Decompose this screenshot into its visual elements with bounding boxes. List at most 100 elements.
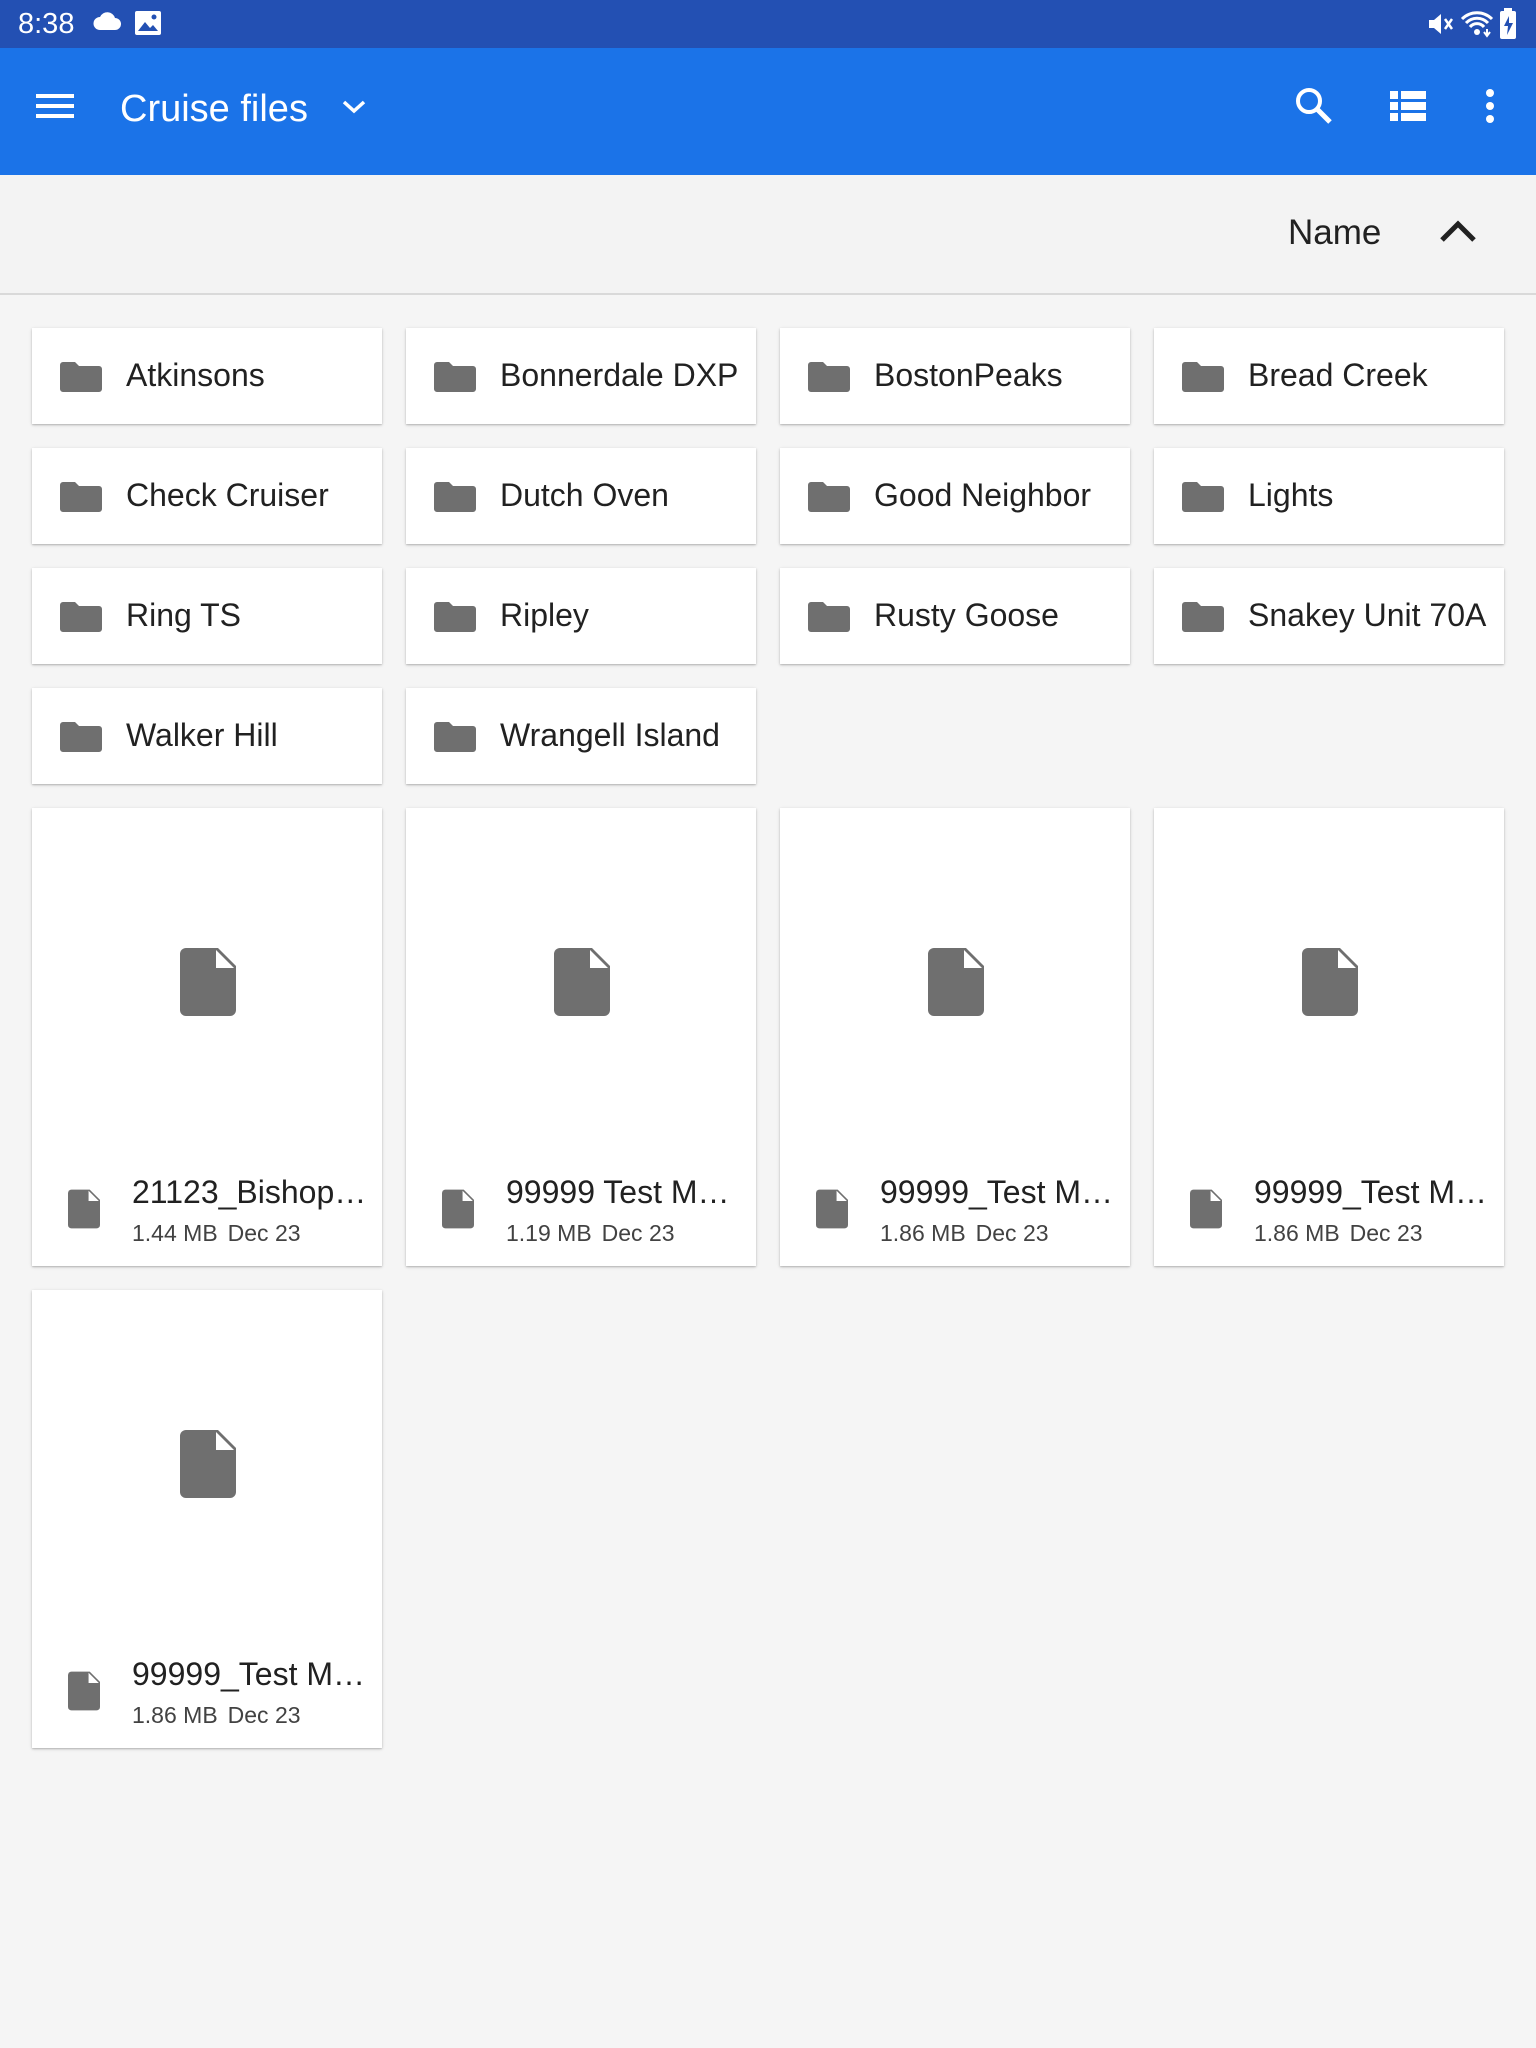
file-icon [1190, 1188, 1222, 1230]
app-title[interactable]: Cruise files [120, 88, 308, 131]
list-view-icon [1390, 90, 1426, 127]
folder-item[interactable]: Lights [1154, 448, 1504, 544]
folder-name: Bonnerdale DXP [500, 357, 739, 393]
folder-name: Ripley [500, 597, 589, 633]
status-bar: 8:38 [0, 0, 1536, 48]
file-icon [68, 1188, 100, 1230]
chevron-down-icon [341, 98, 367, 121]
file-date: Dec 23 [975, 1220, 1049, 1246]
image-icon [134, 10, 162, 41]
chevron-up-icon [1438, 220, 1478, 248]
folder-icon [808, 602, 850, 632]
folder-name: Rusty Goose [874, 597, 1059, 633]
folder-icon [808, 362, 850, 392]
folder-icon [60, 722, 102, 752]
wifi-icon [1460, 10, 1494, 43]
folder-item[interactable]: Bread Creek [1154, 328, 1504, 424]
folder-icon [1182, 602, 1224, 632]
folder-icon [60, 362, 102, 392]
folder-icon [60, 482, 102, 512]
folder-name: Check Cruiser [126, 477, 329, 513]
sort-direction-button[interactable] [1438, 218, 1478, 249]
file-item[interactable]: 99999_Test M… 1.86 MB Dec 23 [32, 1290, 382, 1748]
file-item[interactable]: 21123_Bishop… 1.44 MB Dec 23 [32, 808, 382, 1266]
file-meta: 1.86 MB Dec 23 [132, 1702, 301, 1729]
battery-charging-icon [1498, 8, 1518, 45]
cloud-icon [92, 10, 122, 39]
folder-icon [434, 482, 476, 512]
file-icon [68, 1670, 100, 1712]
folder-name: Atkinsons [126, 357, 265, 393]
folder-name: Bread Creek [1248, 357, 1428, 393]
folder-icon [434, 362, 476, 392]
folder-icon [1182, 482, 1224, 512]
file-icon [1302, 948, 1358, 1016]
sort-bar: Name [0, 175, 1536, 295]
folder-item[interactable]: Ripley [406, 568, 756, 664]
status-time: 8:38 [18, 8, 75, 40]
folder-name: BostonPeaks [874, 357, 1063, 393]
file-name: 99999 Test M… [506, 1174, 730, 1210]
file-icon [928, 948, 984, 1016]
file-size: 1.44 MB [132, 1220, 218, 1246]
file-size: 1.19 MB [506, 1220, 592, 1246]
file-meta: 1.44 MB Dec 23 [132, 1220, 301, 1247]
sort-name-button[interactable]: Name [1288, 213, 1381, 253]
folder-item[interactable]: Check Cruiser [32, 448, 382, 544]
folder-icon [60, 602, 102, 632]
file-date: Dec 23 [227, 1220, 301, 1246]
file-icon [554, 948, 610, 1016]
search-button[interactable] [1282, 76, 1346, 140]
folder-item[interactable]: Wrangell Island [406, 688, 756, 784]
folder-name: Walker Hill [126, 717, 278, 753]
file-icon [180, 1430, 236, 1498]
file-item[interactable]: 99999_Test M… 1.86 MB Dec 23 [780, 808, 1130, 1266]
file-meta: 1.19 MB Dec 23 [506, 1220, 675, 1247]
file-name: 21123_Bishop… [132, 1174, 367, 1210]
file-name: 99999_Test M… [880, 1174, 1114, 1210]
file-icon [442, 1188, 474, 1230]
file-size: 1.86 MB [132, 1702, 218, 1728]
folder-item[interactable]: Bonnerdale DXP [406, 328, 756, 424]
folder-item[interactable]: Atkinsons [32, 328, 382, 424]
search-icon [1294, 86, 1334, 131]
folder-name: Lights [1248, 477, 1334, 513]
folder-name: Snakey Unit 70A [1248, 597, 1487, 633]
file-meta: 1.86 MB Dec 23 [1254, 1220, 1423, 1247]
folder-name: Good Neighbor [874, 477, 1092, 513]
folder-icon [434, 602, 476, 632]
file-size: 1.86 MB [1254, 1220, 1340, 1246]
folder-icon [808, 482, 850, 512]
folder-item[interactable]: Good Neighbor [780, 448, 1130, 544]
file-date: Dec 23 [227, 1702, 301, 1728]
file-icon [816, 1188, 848, 1230]
more-vert-icon [1485, 88, 1495, 129]
folder-item[interactable]: Rusty Goose [780, 568, 1130, 664]
title-dropdown-button[interactable] [334, 84, 374, 134]
menu-icon [36, 92, 76, 125]
folder-item[interactable]: Ring TS [32, 568, 382, 664]
file-size: 1.86 MB [880, 1220, 966, 1246]
file-item[interactable]: 99999 Test M… 1.19 MB Dec 23 [406, 808, 756, 1266]
vibrate-mute-icon [1426, 10, 1454, 43]
folder-name: Dutch Oven [500, 477, 669, 513]
file-name: 99999_Test M… [1254, 1174, 1488, 1210]
file-item[interactable]: 99999_Test M… 1.86 MB Dec 23 [1154, 808, 1504, 1266]
folder-item[interactable]: Snakey Unit 70A [1154, 568, 1504, 664]
file-icon [180, 948, 236, 1016]
folder-item[interactable]: Walker Hill [32, 688, 382, 784]
folder-icon [1182, 362, 1224, 392]
app-bar: Cruise files [0, 48, 1536, 175]
folder-name: Ring TS [126, 597, 242, 633]
file-meta: 1.86 MB Dec 23 [880, 1220, 1049, 1247]
list-view-button[interactable] [1376, 76, 1440, 140]
folder-name: Wrangell Island [500, 717, 720, 753]
menu-button[interactable] [24, 76, 88, 140]
folder-item[interactable]: Dutch Oven [406, 448, 756, 544]
folder-icon [434, 722, 476, 752]
file-date: Dec 23 [1349, 1220, 1423, 1246]
file-name: 99999_Test M… [132, 1656, 366, 1692]
more-options-button[interactable] [1460, 76, 1520, 140]
file-date: Dec 23 [601, 1220, 675, 1246]
folder-item[interactable]: BostonPeaks [780, 328, 1130, 424]
